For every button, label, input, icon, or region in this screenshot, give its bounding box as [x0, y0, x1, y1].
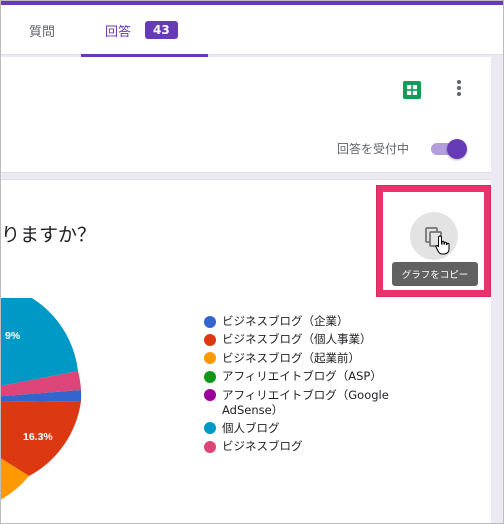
- copy-chart-highlight: グラフをコピー: [377, 186, 490, 296]
- legend-label: ビジネスブログ（起業前）: [222, 350, 360, 365]
- legend-item: アフィリエイトブログ（Google AdSense）: [204, 388, 414, 418]
- accepting-responses-toggle[interactable]: [429, 139, 469, 159]
- legend-label: ビジネスブログ: [222, 439, 303, 454]
- accepting-responses-label: 回答を受付中: [337, 142, 410, 156]
- legend-marker: [204, 440, 216, 453]
- legend-item: アフィリエイトブログ（ASP）: [204, 369, 414, 384]
- chart-legend: ビジネスブログ（企業） ビジネスブログ（個人事業） ビジネスブログ（起業前） ア…: [204, 314, 414, 458]
- tab-questions-label: 質問: [29, 24, 56, 40]
- legend-item: 個人ブログ: [204, 421, 414, 436]
- legend-marker: [204, 370, 216, 383]
- app-frame: 質問 回答 43 回答を受付中 りますか？ 9% 16.3% ビジネスブログ（企…: [0, 0, 504, 524]
- tab-responses[interactable]: 回答 43: [105, 5, 178, 55]
- pie-label-business-individual: 16.3%: [23, 431, 53, 443]
- legend-marker: [204, 352, 216, 365]
- tab-questions[interactable]: 質問: [29, 5, 55, 55]
- legend-item: ビジネスブログ（個人事業）: [204, 332, 414, 347]
- legend-item: ビジネスブログ（企業）: [204, 314, 414, 329]
- copy-chart-tooltip: グラフをコピー: [392, 262, 478, 286]
- legend-marker: [204, 333, 216, 346]
- responses-header-card: 回答を受付中: [1, 57, 491, 173]
- legend-label: アフィリエイトブログ（Google AdSense）: [222, 387, 389, 417]
- toggle-knob: [447, 139, 467, 159]
- legend-label: アフィリエイトブログ（ASP）: [222, 369, 382, 384]
- tab-bar: 質問 回答 43: [1, 5, 503, 57]
- pie-chart: 9% 16.3%: [1, 298, 82, 500]
- legend-label: ビジネスブログ（個人事業）: [222, 332, 372, 347]
- tab-responses-label: 回答: [105, 24, 132, 40]
- hand-cursor-icon: [435, 235, 450, 255]
- pie-label-personal-blog: 9%: [5, 330, 21, 342]
- legend-label: ビジネスブログ（企業）: [222, 314, 349, 328]
- more-vert-icon[interactable]: [451, 77, 467, 99]
- legend-marker: [204, 422, 216, 435]
- question-title: りますか？: [1, 224, 97, 246]
- legend-label: 個人ブログ: [222, 420, 280, 435]
- legend-item: ビジネスブログ（起業前）: [204, 351, 414, 366]
- legend-marker: [204, 315, 216, 328]
- legend-marker: [204, 389, 216, 402]
- responses-count-badge: 43: [145, 21, 178, 39]
- sheets-icon[interactable]: [403, 81, 421, 99]
- legend-item: ビジネスブログ: [204, 439, 414, 454]
